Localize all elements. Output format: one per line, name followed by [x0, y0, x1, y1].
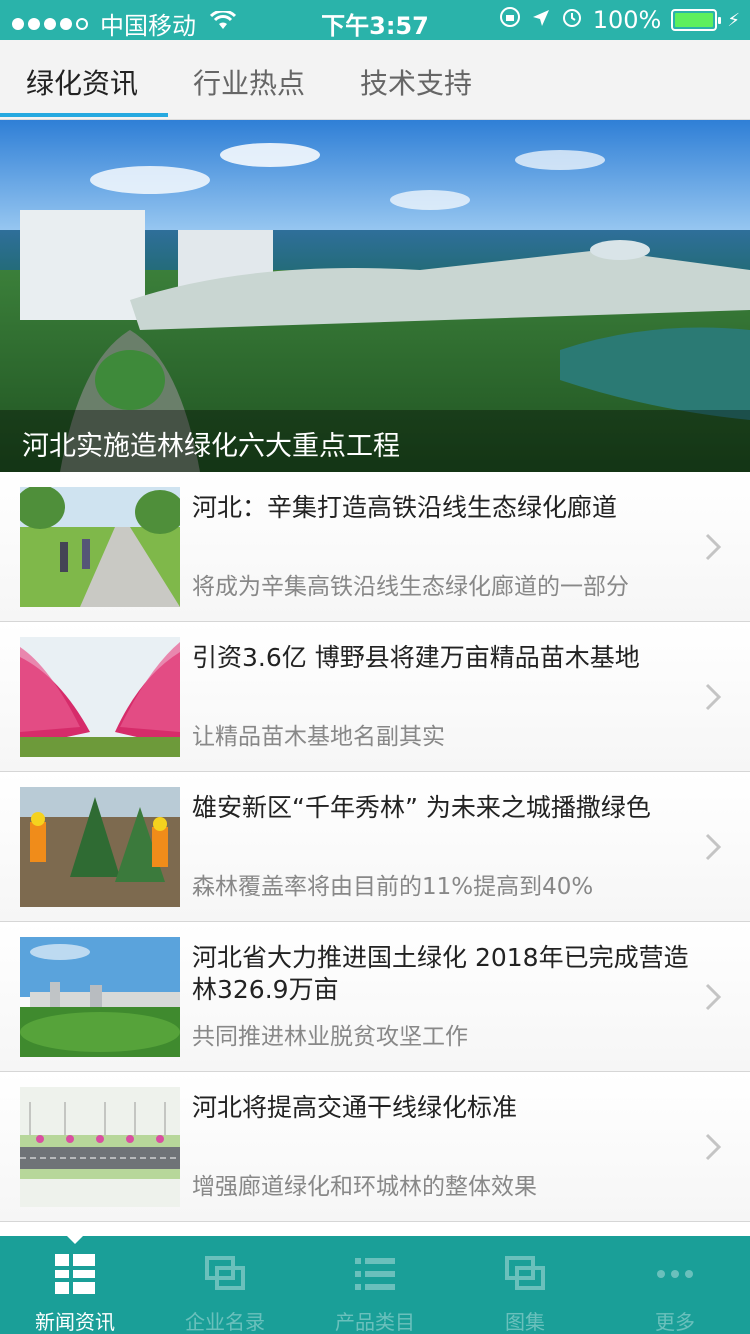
nav-label: 图集 [505, 1310, 545, 1334]
news-summary: 将成为辛集高铁沿线生态绿化廊道的一部分 [192, 574, 629, 600]
news-title: 河北省大力推进国土绿化 2018年已完成营造林326.9万亩 [192, 943, 689, 1004]
battery-percent: 100% [592, 6, 662, 34]
news-item[interactable]: 河北省大力推进国土绿化 2018年已完成营造林326.9万亩 共同推进林业脱贫攻… [0, 922, 750, 1072]
windows-icon [205, 1256, 245, 1290]
news-summary: 让精品苗木基地名副其实 [192, 724, 445, 750]
active-tab-indicator [0, 113, 168, 117]
news-grid-icon [55, 1254, 95, 1294]
news-summary: 增强廊道绿化和环城林的整体效果 [192, 1174, 537, 1200]
chevron-right-icon [705, 533, 722, 561]
alarm-icon [561, 6, 583, 34]
status-right: 100% ⚡ [499, 6, 740, 34]
chevron-right-icon [705, 1133, 722, 1161]
nav-product-categories[interactable]: 产品类目 [300, 1236, 450, 1334]
nav-label: 企业名录 [185, 1310, 265, 1334]
news-thumbnail [20, 637, 180, 757]
news-item[interactable]: 河北将提高交通干线绿化标准 增强廊道绿化和环城林的整体效果 [0, 1072, 750, 1222]
tab-industry-hotspots[interactable]: 行业热点 [193, 62, 305, 102]
charging-icon: ⚡ [727, 9, 740, 31]
news-thumbnail [20, 1087, 180, 1207]
news-item[interactable]: 引资3.6亿 博野县将建万亩精品苗木基地 让精品苗木基地名副其实 [0, 622, 750, 772]
tab-greening-news[interactable]: 绿化资讯 [26, 62, 138, 102]
news-summary: 共同推进林业脱贫攻坚工作 [192, 1024, 468, 1050]
rotation-lock-icon [499, 6, 521, 34]
news-item[interactable]: 雄安新区“千年秀林” 为未来之城播撒绿色 森林覆盖率将由目前的11%提高到40% [0, 772, 750, 922]
bottom-tab-bar: 新闻资讯 企业名录 产品类目 图集 更多 [0, 1236, 750, 1334]
nav-more[interactable]: 更多 [600, 1236, 750, 1334]
tab-tech-support[interactable]: 技术支持 [360, 62, 472, 102]
more-dots-icon [657, 1270, 693, 1278]
nav-label: 新闻资讯 [35, 1310, 115, 1334]
nav-label: 产品类目 [335, 1310, 415, 1334]
category-tabs: 绿化资讯 行业热点 技术支持 [0, 40, 750, 120]
chevron-right-icon [705, 983, 722, 1011]
nav-company-directory[interactable]: 企业名录 [150, 1236, 300, 1334]
location-icon [531, 6, 551, 34]
news-thumbnail [20, 937, 180, 1057]
banner-carousel[interactable]: 河北实施造林绿化六大重点工程 [0, 120, 750, 472]
gallery-icon [505, 1256, 545, 1290]
list-icon [355, 1258, 395, 1290]
battery-icon [671, 9, 722, 31]
news-summary: 森林覆盖率将由目前的11%提高到40% [192, 874, 594, 900]
nav-label: 更多 [655, 1310, 695, 1334]
banner-caption: 河北实施造林绿化六大重点工程 [0, 410, 750, 472]
nav-news[interactable]: 新闻资讯 [0, 1236, 150, 1334]
chevron-right-icon [705, 833, 722, 861]
status-bar: 中国移动 下午3:57 100% ⚡ [0, 0, 750, 40]
news-title: 河北：辛集打造高铁沿线生态绿化廊道 [192, 493, 618, 522]
news-title: 河北将提高交通干线绿化标准 [192, 1093, 518, 1122]
news-title: 引资3.6亿 博野县将建万亩精品苗木基地 [192, 643, 640, 672]
news-title: 雄安新区“千年秀林” 为未来之城播撒绿色 [192, 793, 651, 822]
news-thumbnail [20, 787, 180, 907]
chevron-right-icon [705, 683, 722, 711]
nav-gallery[interactable]: 图集 [450, 1236, 600, 1334]
news-item[interactable]: 河北：辛集打造高铁沿线生态绿化廊道 将成为辛集高铁沿线生态绿化廊道的一部分 [0, 472, 750, 622]
news-thumbnail [20, 487, 180, 607]
news-list: 河北：辛集打造高铁沿线生态绿化廊道 将成为辛集高铁沿线生态绿化廊道的一部分 引资… [0, 472, 750, 1222]
